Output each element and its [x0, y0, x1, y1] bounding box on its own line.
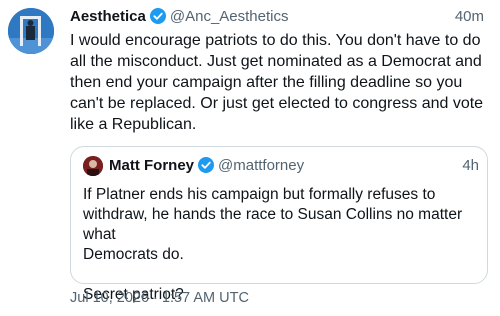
quoted-author-name[interactable]: Matt Forney	[109, 157, 194, 174]
tweet-card: Aesthetica @Anc_Aesthetics 40m I would en…	[0, 0, 500, 316]
tweet-header: Aesthetica @Anc_Aesthetics 40m	[70, 6, 490, 30]
quoted-tweet-time[interactable]: 4h	[462, 155, 479, 177]
quoted-author-handle[interactable]: @mattforney	[218, 157, 304, 174]
tweet-time[interactable]: 40m	[455, 6, 484, 28]
quoted-tweet[interactable]: Matt Forney @mattforney 4h If Platner end…	[70, 146, 488, 303]
verified-badge-icon	[198, 157, 215, 180]
author-avatar[interactable]	[8, 8, 54, 54]
tweet-text: I would encourage patriots to do this. Y…	[70, 32, 484, 133]
quoted-tweet-header: Matt Forney @mattforney 4h	[109, 155, 479, 180]
tweet-timestamp[interactable]: Jul 10, 2026 · 1:57 AM UTC	[70, 290, 249, 306]
quoted-author-avatar[interactable]	[83, 156, 103, 176]
author-name[interactable]: Aesthetica	[70, 8, 146, 25]
verified-badge-icon	[149, 8, 166, 31]
quoted-tweet-text: If Platner ends his campaign but formall…	[83, 186, 463, 303]
author-handle[interactable]: @Anc_Aesthetics	[170, 8, 289, 25]
